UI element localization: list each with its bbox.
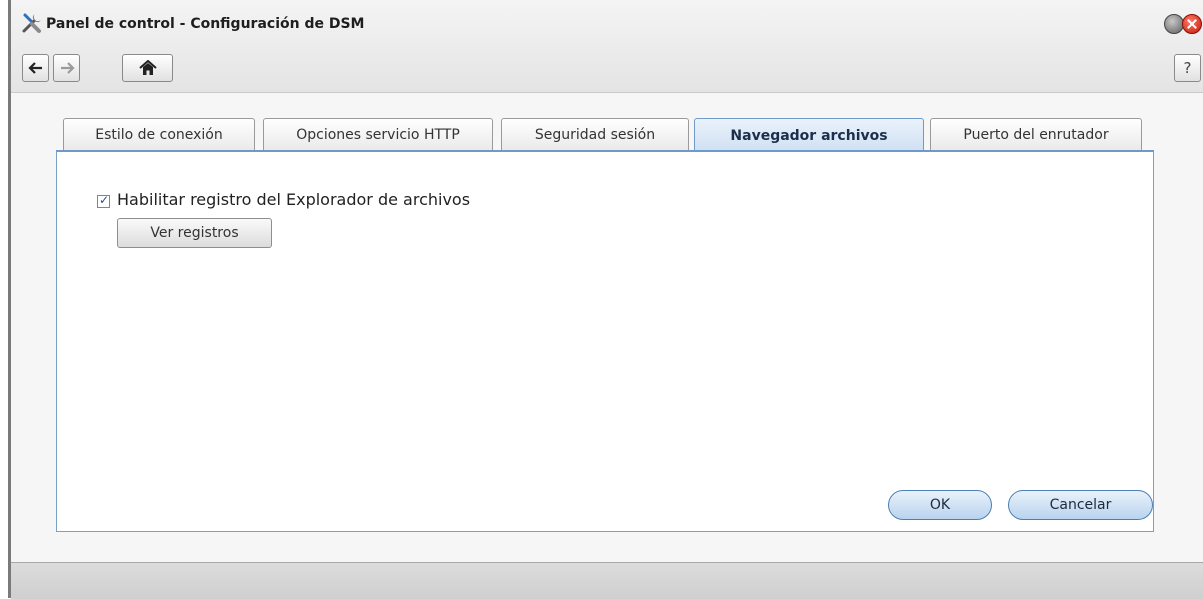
control-panel-window: Panel de control - Configuración de DSM … bbox=[8, 0, 1203, 599]
minimize-button[interactable] bbox=[1164, 14, 1184, 34]
view-logs-button[interactable]: Ver registros bbox=[117, 218, 272, 248]
enable-log-label[interactable]: Habilitar registro del Explorador de arc… bbox=[117, 190, 470, 209]
arrow-right-icon bbox=[60, 62, 75, 74]
window-title: Panel de control - Configuración de DSM bbox=[46, 16, 365, 32]
ok-button[interactable]: OK bbox=[888, 490, 992, 520]
forward-button[interactable] bbox=[53, 54, 80, 82]
cancel-button[interactable]: Cancelar bbox=[1008, 490, 1153, 520]
help-button[interactable]: ? bbox=[1174, 54, 1201, 82]
tab-estilo-conexion[interactable]: Estilo de conexión bbox=[63, 118, 255, 151]
tab-seguridad-sesion[interactable]: Seguridad sesión bbox=[501, 118, 689, 151]
arrow-left-icon bbox=[27, 62, 42, 74]
tab-content-panel: Habilitar registro del Explorador de arc… bbox=[56, 150, 1154, 532]
title-bar: Panel de control - Configuración de DSM … bbox=[11, 0, 1203, 93]
close-button[interactable] bbox=[1182, 14, 1202, 34]
home-button[interactable] bbox=[122, 54, 173, 82]
tools-icon bbox=[22, 13, 41, 33]
tab-navegador-archivos[interactable]: Navegador archivos bbox=[694, 118, 924, 152]
back-button[interactable] bbox=[22, 54, 49, 82]
tab-opciones-http[interactable]: Opciones servicio HTTP bbox=[263, 118, 493, 151]
enable-log-checkbox[interactable] bbox=[97, 193, 110, 208]
home-icon bbox=[138, 60, 157, 75]
status-bar bbox=[11, 562, 1203, 599]
tab-puerto-enrutador[interactable]: Puerto del enrutador bbox=[930, 118, 1142, 151]
